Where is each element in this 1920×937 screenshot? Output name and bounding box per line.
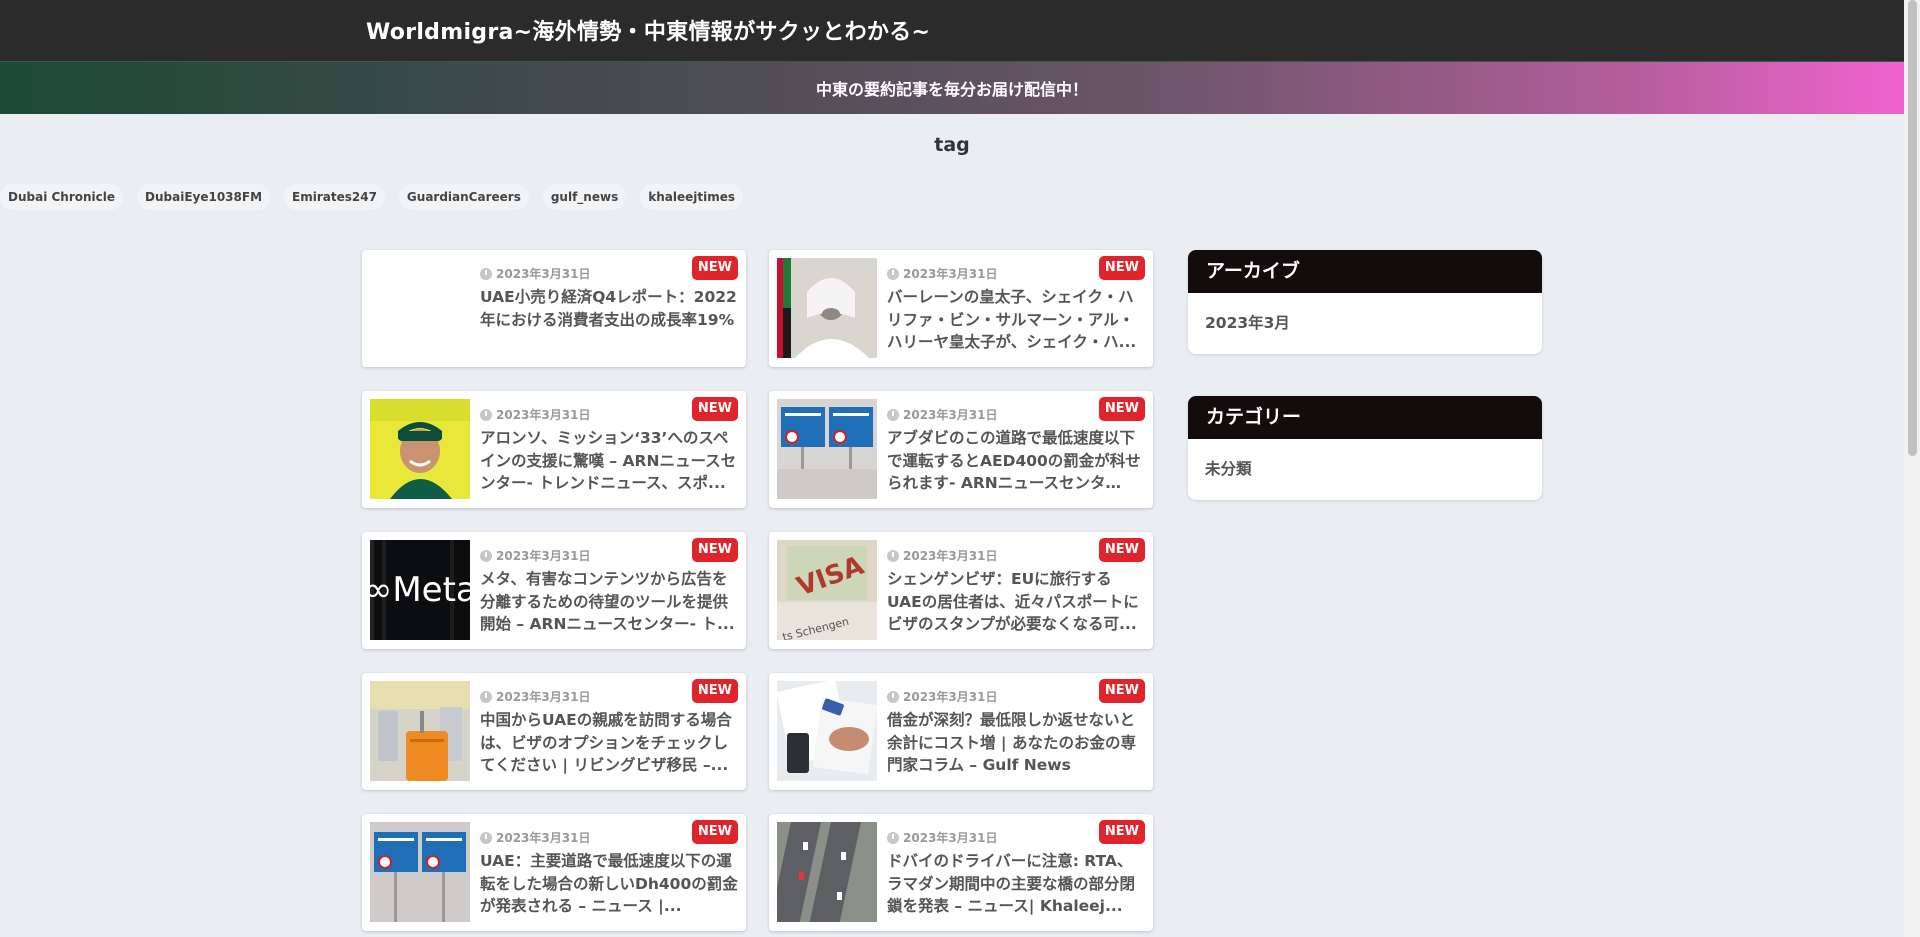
svg-text:∞Meta: ∞Meta: [370, 570, 470, 610]
article-thumbnail[interactable]: [370, 681, 470, 781]
article-card[interactable]: NEW 2023年3月31日 アロンソ、ミッション‘33’へのスペインの支援に驚…: [362, 391, 746, 508]
article-thumbnail[interactable]: [777, 681, 877, 781]
article-thumbnail[interactable]: [370, 822, 470, 922]
new-badge: NEW: [691, 538, 738, 562]
article-thumbnail[interactable]: [777, 822, 877, 922]
clock-icon: [887, 267, 899, 280]
category-item-uncategorized[interactable]: 未分類: [1188, 439, 1542, 500]
article-thumbnail[interactable]: [370, 258, 470, 358]
tag-list: Dubai Chronicle DubaiEye1038FM Emirates2…: [0, 184, 743, 210]
clock-icon: [480, 408, 492, 421]
tag-emirates247[interactable]: Emirates247: [284, 184, 385, 210]
article-date: 2023年3月31日: [887, 547, 997, 564]
clock-icon: [480, 267, 492, 280]
new-badge: NEW: [1098, 820, 1145, 844]
article-title[interactable]: アブダビのこの道路で最低速度以下で運転するとAED400の罰金が科せられます- …: [887, 427, 1145, 495]
archive-item-2023-03[interactable]: 2023年3月: [1188, 293, 1542, 354]
article-date: 2023年3月31日: [887, 688, 997, 705]
article-card[interactable]: NEW 2023年3月31日 UAE小売り経済Q4レポート：2022年における消…: [362, 250, 746, 367]
site-title[interactable]: Worldmigra~海外情勢・中東情報がサクッとわかる~: [366, 14, 930, 46]
tag-guardiancareers[interactable]: GuardianCareers: [398, 184, 529, 210]
article-card[interactable]: NEW 2023年3月31日 UAE：主要道路で最低速度以下の運転をした場合の新…: [362, 814, 746, 931]
new-badge: NEW: [691, 820, 738, 844]
article-date: 2023年3月31日: [887, 265, 997, 282]
archive-widget: アーカイブ 2023年3月: [1188, 250, 1542, 354]
tag-dubaieye1038fm[interactable]: DubaiEye1038FM: [137, 184, 271, 210]
new-badge: NEW: [691, 397, 738, 421]
scrollbar-thumb[interactable]: [1908, 0, 1917, 456]
article-card[interactable]: VISA ts Schengen NEW 2023年3月31日 シェンゲンビザ：…: [769, 532, 1153, 649]
clock-icon: [480, 549, 492, 562]
tag-dubai-chronicle[interactable]: Dubai Chronicle: [0, 184, 124, 210]
article-title[interactable]: ドバイのドライバーに注意: RTA、ラマダン期間中の主要な橋の部分閉鎖を発表 –…: [887, 850, 1145, 918]
article-date: 2023年3月31日: [480, 829, 590, 846]
article-title[interactable]: 中国からUAEの親戚を訪問する場合は、ビザのオプションをチェックしてください |…: [480, 709, 738, 777]
page-title: tag: [934, 134, 970, 156]
article-title[interactable]: メタ、有害なコンテンツから広告を分離するための待望のツールを提供開始 – ARN…: [480, 568, 738, 636]
new-badge: NEW: [691, 679, 738, 703]
archive-heading: アーカイブ: [1188, 250, 1542, 293]
article-title[interactable]: UAE小売り経済Q4レポート：2022年における消費者支出の成長率19%: [480, 286, 738, 331]
notice-banner: 中東の要約記事を毎分お届け配信中！: [0, 62, 1904, 114]
article-title[interactable]: シェンゲンビザ：EUに旅行するUAEの居住者は、近々パスポートにビザのスタンプが…: [887, 568, 1145, 636]
article-thumbnail[interactable]: ∞Meta: [370, 540, 470, 640]
tag-gulf-news[interactable]: gulf_news: [542, 184, 627, 210]
category-heading: カテゴリー: [1188, 396, 1542, 439]
article-date: 2023年3月31日: [887, 406, 997, 423]
clock-icon: [887, 549, 899, 562]
article-date: 2023年3月31日: [480, 547, 590, 564]
article-date: 2023年3月31日: [887, 829, 997, 846]
tag-khaleejtimes[interactable]: khaleejtimes: [640, 184, 743, 210]
article-thumbnail[interactable]: [777, 399, 877, 499]
clock-icon: [887, 690, 899, 703]
clock-icon: [887, 831, 899, 844]
page: Worldmigra~海外情勢・中東情報がサクッとわかる~ 中東の要約記事を毎分…: [0, 0, 1920, 937]
article-title[interactable]: 借金が深刻？最低限しか返せないと余計にコスト増 | あなたのお金の専門家コラム …: [887, 709, 1145, 777]
article-card[interactable]: NEW 2023年3月31日 借金が深刻？最低限しか返せないと余計にコスト増 |…: [769, 673, 1153, 790]
article-date: 2023年3月31日: [480, 265, 590, 282]
site-header: Worldmigra~海外情勢・中東情報がサクッとわかる~: [0, 0, 1904, 62]
article-card[interactable]: NEW 2023年3月31日 バーレーンの皇太子、シェイク・ハリファ・ビン・サル…: [769, 250, 1153, 367]
clock-icon: [480, 831, 492, 844]
new-badge: NEW: [1098, 256, 1145, 280]
article-title[interactable]: UAE：主要道路で最低速度以下の運転をした場合の新しいDh400の罰金が発表され…: [480, 850, 738, 918]
article-thumbnail[interactable]: VISA ts Schengen: [777, 540, 877, 640]
notice-text: 中東の要約記事を毎分お届け配信中！: [815, 80, 1088, 99]
article-title[interactable]: バーレーンの皇太子、シェイク・ハリファ・ビン・サルマーン・アル・ハリーヤ皇太子が…: [887, 286, 1145, 354]
article-thumbnail[interactable]: [370, 399, 470, 499]
article-card[interactable]: NEW 2023年3月31日 アブダビのこの道路で最低速度以下で運転するとAED…: [769, 391, 1153, 508]
article-date: 2023年3月31日: [480, 406, 590, 423]
article-card[interactable]: ∞Meta NEW 2023年3月31日 メタ、有害なコンテンツから広告を分離す…: [362, 532, 746, 649]
category-widget: カテゴリー 未分類: [1188, 396, 1542, 500]
new-badge: NEW: [1098, 397, 1145, 421]
article-card[interactable]: NEW 2023年3月31日 ドバイのドライバーに注意: RTA、ラマダン期間中…: [769, 814, 1153, 931]
clock-icon: [480, 690, 492, 703]
new-badge: NEW: [1098, 538, 1145, 562]
new-badge: NEW: [1098, 679, 1145, 703]
page-scrollbar[interactable]: [1904, 0, 1920, 937]
clock-icon: [887, 408, 899, 421]
new-badge: NEW: [691, 256, 738, 280]
article-date: 2023年3月31日: [480, 688, 590, 705]
article-title[interactable]: アロンソ、ミッション‘33’へのスペインの支援に驚嘆 – ARNニュースセンター…: [480, 427, 738, 495]
article-card[interactable]: NEW 2023年3月31日 中国からUAEの親戚を訪問する場合は、ビザのオプシ…: [362, 673, 746, 790]
article-thumbnail[interactable]: [777, 258, 877, 358]
